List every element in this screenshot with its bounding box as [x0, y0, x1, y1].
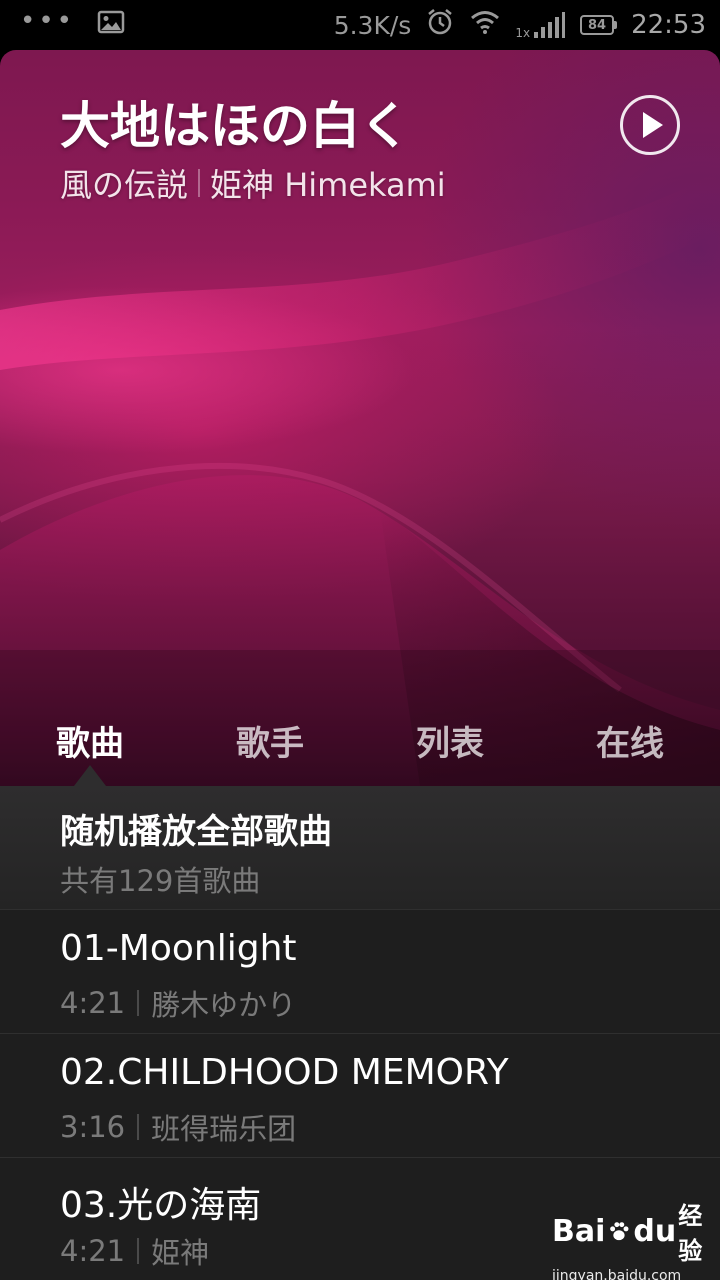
baidu-watermark: Bai du 经验 jingyan.baidu.com — [552, 1196, 712, 1280]
paw-icon — [610, 1222, 629, 1241]
network-speed: 5.3K/s — [333, 10, 412, 40]
meta-divider — [198, 169, 201, 197]
song-artist: 勝木ゆかり — [151, 988, 297, 1022]
gallery-icon — [97, 10, 125, 40]
battery-icon: 84 — [580, 15, 618, 35]
play-button[interactable] — [620, 95, 680, 155]
song-row[interactable]: 01-Moonlight 4:21 勝木ゆかり — [0, 910, 720, 1034]
signal-icon: 1x — [515, 10, 566, 40]
watermark-brand-c: 经验 — [678, 1202, 703, 1265]
wifi-icon — [469, 9, 501, 41]
song-info: 4:21 勝木ゆかり — [60, 982, 296, 1024]
song-info: 4:21 姫神 — [60, 1230, 209, 1272]
active-tab-indicator — [74, 765, 106, 786]
clock: 22:53 — [631, 10, 706, 40]
song-duration: 4:21 — [60, 1234, 126, 1268]
song-title: 03.光の海南 — [60, 1185, 262, 1226]
info-divider — [137, 1114, 140, 1140]
info-divider — [137, 990, 140, 1016]
tab-artists[interactable]: 歌手 — [180, 700, 360, 780]
info-divider — [137, 1238, 140, 1264]
play-icon — [642, 112, 663, 138]
song-title: 01-Moonlight — [60, 928, 297, 969]
shuffle-all-row[interactable]: 随机播放全部歌曲 共有129首歌曲 — [0, 786, 720, 910]
song-count: 共有129首歌曲 — [60, 858, 260, 900]
song-duration: 3:16 — [60, 1110, 126, 1144]
watermark-url: jingyan.baidu.com — [552, 1268, 682, 1280]
now-playing-meta: 風の伝説 姫神 Himekami — [60, 160, 446, 206]
now-playing-title: 大地はほの白く — [60, 97, 410, 155]
watermark-brand-b: du — [633, 1213, 677, 1249]
notification-dots: ••• — [20, 6, 76, 36]
song-artist: 班得瑞乐团 — [151, 1112, 297, 1146]
alarm-icon — [425, 7, 455, 43]
tab-playlists[interactable]: 列表 — [360, 700, 540, 780]
watermark-brand-a: Bai — [552, 1213, 606, 1249]
status-bar: ••• 5.3K/s 1x 84 22:53 — [0, 0, 720, 50]
song-info: 3:16 班得瑞乐团 — [60, 1106, 296, 1148]
song-artist: 姫神 — [151, 1236, 210, 1270]
tab-online[interactable]: 在线 — [540, 700, 720, 780]
song-title: 02.CHILDHOOD MEMORY — [60, 1052, 509, 1093]
sim-label: 1x — [515, 26, 531, 40]
tab-bar: 歌曲 歌手 列表 在线 — [0, 700, 720, 780]
battery-level: 84 — [580, 15, 615, 35]
song-row[interactable]: 02.CHILDHOOD MEMORY 3:16 班得瑞乐团 — [0, 1034, 720, 1158]
now-playing-album: 風の伝説 — [60, 166, 189, 204]
song-count-text: 共有129首歌曲 — [60, 864, 261, 898]
shuffle-all-label: 随机播放全部歌曲 — [60, 812, 332, 852]
song-duration: 4:21 — [60, 986, 126, 1020]
now-playing-artist: 姫神 Himekami — [210, 166, 446, 204]
now-playing-header[interactable]: 大地はほの白く 風の伝説 姫神 Himekami — [0, 50, 720, 786]
